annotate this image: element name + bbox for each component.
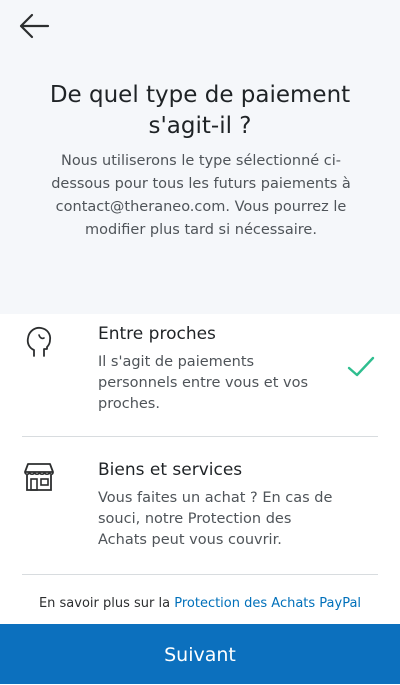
footer-text: En savoir plus sur la — [38, 596, 175, 611]
divider — [22, 574, 378, 575]
header: De quel type de paiement s'agit-il ? Nou… — [0, 0, 400, 314]
option-title: Entre proches — [98, 324, 216, 344]
option-description: Vous faites un achat ? En cas de souci, … — [98, 490, 333, 548]
page-title: De quel type de paiement s'agit-il ? — [49, 82, 351, 139]
checkmark-icon — [347, 356, 375, 377]
option-goods-services[interactable]: Biens et services Vous faites un achat ?… — [0, 458, 400, 562]
storefront-icon — [24, 463, 54, 491]
divider — [22, 436, 378, 437]
arrow-left-icon — [19, 13, 50, 39]
person-head-icon — [26, 326, 52, 357]
option-description: Il s'agit de paiements personnels entre … — [98, 354, 309, 412]
back-button[interactable] — [18, 12, 50, 40]
purchase-protection-info: En savoir plus sur la Protection des Ach… — [0, 594, 400, 614]
page-subtitle: Nous utiliserons le type sélectionné ci-… — [51, 153, 351, 238]
option-title: Biens et services — [98, 460, 243, 480]
next-button[interactable]: Suivant — [0, 624, 400, 684]
option-friends-family[interactable]: Entre proches Il s'agit de paiements per… — [0, 322, 400, 426]
purchase-protection-link[interactable]: Protection des Achats PayPal — [174, 596, 361, 611]
